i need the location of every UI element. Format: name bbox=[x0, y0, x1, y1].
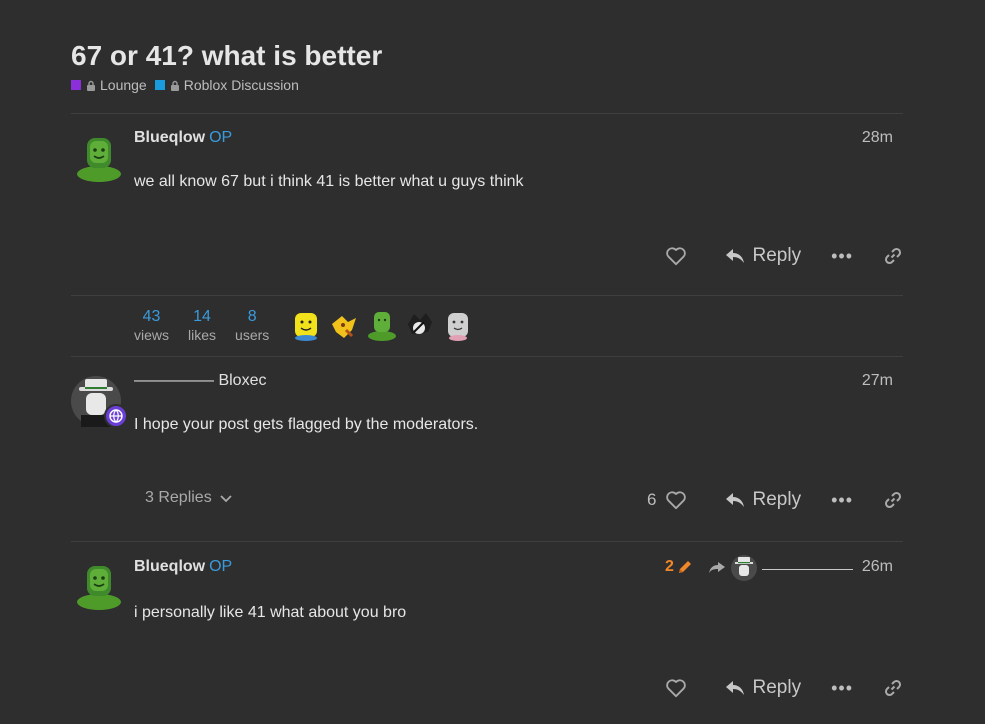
post-time[interactable]: 28m bbox=[862, 129, 893, 147]
post-body: i personally like 41 what about you bro bbox=[134, 604, 407, 621]
post-actions: Reply ••• bbox=[665, 241, 903, 271]
username[interactable]: Blueqlow OP bbox=[134, 129, 232, 147]
username[interactable]: ————— Bloxec bbox=[134, 372, 266, 390]
reply-label: Reply bbox=[752, 245, 802, 266]
pencil-icon bbox=[678, 561, 691, 573]
edit-count: 2 bbox=[665, 558, 674, 575]
reply-to-name: ——————— bbox=[762, 560, 853, 576]
category-color-square bbox=[154, 80, 165, 90]
category-name: Roblox Discussion bbox=[183, 77, 299, 93]
category-roblox-discussion[interactable]: Roblox Discussion bbox=[154, 77, 299, 93]
username-text: Blueqlow bbox=[134, 558, 206, 575]
reply-label: Reply bbox=[752, 489, 802, 510]
heart-icon bbox=[665, 679, 686, 698]
like-button[interactable] bbox=[665, 490, 687, 510]
stat-label: views bbox=[134, 327, 170, 343]
like-count[interactable]: 6 bbox=[647, 490, 656, 510]
category-name: Lounge bbox=[100, 77, 147, 93]
post-actions: Reply ••• bbox=[665, 673, 903, 703]
post-time[interactable]: 27m bbox=[862, 372, 893, 390]
stat-views: 43 views bbox=[134, 308, 169, 343]
reply-button[interactable]: Reply bbox=[725, 677, 802, 699]
lock-icon bbox=[170, 80, 179, 91]
reply-button[interactable]: Reply bbox=[725, 245, 802, 267]
post-body: we all know 67 but i think 41 is better … bbox=[134, 173, 524, 190]
reply-arrow-icon bbox=[725, 493, 744, 507]
participant-avatar[interactable] bbox=[404, 310, 436, 342]
replies-label: 3 Replies bbox=[145, 489, 212, 506]
reply-to-arrow-icon bbox=[709, 562, 725, 573]
participant-avatar[interactable] bbox=[328, 310, 360, 342]
username[interactable]: Blueqlow OP bbox=[134, 558, 232, 576]
stat-users: 8 users bbox=[235, 308, 269, 343]
category-lounge[interactable]: Lounge bbox=[71, 77, 147, 93]
stat-label: likes bbox=[188, 327, 217, 343]
stat-label: users bbox=[235, 327, 270, 343]
post-1: Blueqlow OP 28m we all know 67 but i thin… bbox=[71, 114, 903, 294]
topic-stats: 43 views 14 likes 8 users bbox=[134, 308, 480, 343]
post-2: ————— Bloxec 27m I hope your post gets f… bbox=[71, 357, 903, 540]
link-icon bbox=[884, 247, 902, 265]
op-badge: OP bbox=[209, 558, 233, 575]
divider bbox=[71, 295, 903, 296]
stat-value: 43 bbox=[142, 308, 161, 325]
reply-arrow-icon bbox=[725, 681, 744, 695]
participant-avatar[interactable] bbox=[366, 310, 398, 342]
share-link-button[interactable] bbox=[883, 678, 903, 698]
edit-history-button[interactable]: 2 bbox=[665, 558, 693, 576]
reply-button[interactable]: Reply bbox=[725, 489, 802, 511]
stat-value: 14 bbox=[193, 308, 211, 325]
green-avatar-icon bbox=[77, 138, 121, 182]
reply-label: Reply bbox=[752, 677, 802, 698]
avatar[interactable] bbox=[75, 136, 123, 184]
category-breadcrumb: Lounge Roblox Discussion bbox=[71, 77, 307, 93]
more-options-button[interactable]: ••• bbox=[831, 490, 853, 511]
reply-to-avatar bbox=[731, 555, 757, 581]
more-options-button[interactable]: ••• bbox=[831, 246, 853, 267]
show-replies-button[interactable]: 3 Replies bbox=[145, 489, 233, 507]
link-icon bbox=[884, 679, 902, 697]
chevron-down-icon bbox=[220, 495, 232, 503]
username-prefix: ————— bbox=[134, 372, 214, 389]
username-text: Bloxec bbox=[218, 372, 267, 389]
category-color-square bbox=[71, 80, 81, 90]
reply-arrow-icon bbox=[725, 249, 744, 263]
reply-to-indicator[interactable]: ——————— bbox=[708, 554, 853, 582]
hat-avatar-icon bbox=[71, 376, 128, 428]
participant-avatar[interactable] bbox=[290, 310, 322, 342]
post-body: I hope your post gets flagged by the mod… bbox=[134, 416, 479, 433]
more-options-button[interactable]: ••• bbox=[831, 678, 853, 699]
username-text: Blueqlow bbox=[134, 129, 206, 146]
avatar[interactable] bbox=[71, 375, 128, 428]
post-time[interactable]: 26m bbox=[862, 558, 893, 576]
stat-value: 8 bbox=[247, 308, 257, 325]
post-actions: 6 Reply ••• bbox=[647, 485, 903, 515]
lock-icon bbox=[87, 80, 95, 91]
share-link-button[interactable] bbox=[883, 490, 903, 510]
op-badge: OP bbox=[209, 129, 233, 146]
green-avatar-icon bbox=[77, 566, 121, 610]
link-icon bbox=[884, 491, 902, 509]
like-button[interactable] bbox=[665, 678, 687, 698]
stat-likes: 14 likes bbox=[188, 308, 216, 343]
participant-avatar[interactable] bbox=[442, 310, 474, 342]
like-button[interactable] bbox=[665, 246, 687, 266]
topic-title[interactable]: 67 or 41? what is better bbox=[71, 40, 382, 72]
heart-icon bbox=[665, 491, 686, 510]
avatar[interactable] bbox=[75, 564, 123, 612]
heart-icon bbox=[665, 247, 686, 266]
share-link-button[interactable] bbox=[883, 246, 903, 266]
participants bbox=[290, 310, 480, 342]
